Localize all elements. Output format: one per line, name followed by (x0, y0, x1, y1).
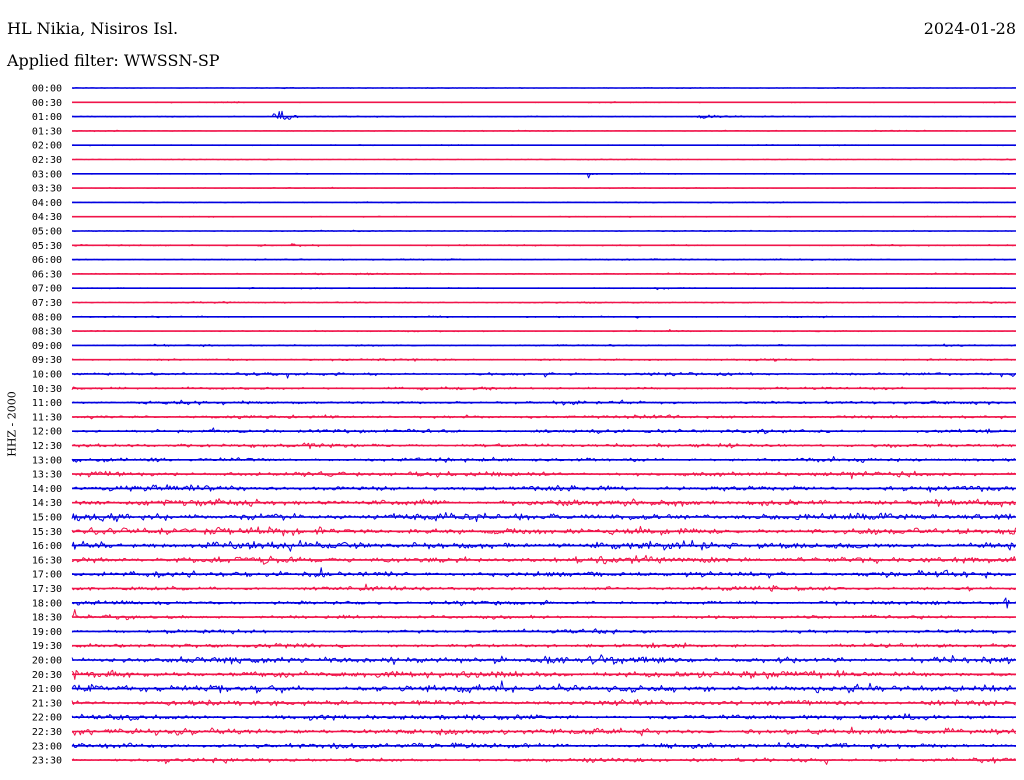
time-label: 05:00 (32, 227, 62, 238)
time-label: 07:30 (32, 298, 62, 309)
time-label: 03:30 (32, 184, 62, 195)
time-label: 16:30 (32, 555, 62, 566)
time-label: 05:30 (32, 241, 62, 252)
time-label: 17:30 (32, 584, 62, 595)
time-label: 03:00 (32, 169, 62, 180)
time-label: 23:00 (32, 741, 62, 752)
time-label: 22:00 (32, 713, 62, 724)
time-label: 12:30 (32, 441, 62, 452)
trace-line (71, 110, 1016, 120)
trace-line (71, 470, 1016, 480)
time-label: 01:30 (32, 126, 62, 137)
time-label: 02:30 (32, 155, 62, 166)
time-label: 00:00 (32, 84, 62, 95)
trace-line (71, 680, 1016, 694)
time-label: 13:00 (32, 455, 62, 466)
time-label: 12:00 (32, 427, 62, 438)
time-label: 20:00 (32, 656, 62, 667)
time-label: 16:00 (32, 541, 62, 552)
time-label: 18:30 (32, 613, 62, 624)
time-label: 11:30 (32, 412, 62, 423)
time-label: 06:30 (32, 269, 62, 280)
time-label: 21:00 (32, 684, 62, 695)
time-label: 06:00 (32, 255, 62, 266)
time-label: 09:00 (32, 341, 62, 352)
trace-line (71, 609, 1016, 621)
time-label: 19:00 (32, 627, 62, 638)
time-label: 18:00 (32, 598, 62, 609)
time-label: 19:30 (32, 641, 62, 652)
time-label: 15:30 (32, 527, 62, 538)
time-label: 23:30 (32, 756, 62, 767)
time-label: 04:30 (32, 212, 62, 223)
time-label: 10:00 (32, 370, 62, 381)
time-label: 21:30 (32, 698, 62, 709)
helicorder-plot: 00:00 00:30 01:00 01:30 02:00 02:30 03:00 03:30… (32, 84, 1017, 767)
time-label: 02:00 (32, 141, 62, 152)
time-label: 08:00 (32, 312, 62, 323)
time-label: 17:00 (32, 570, 62, 581)
trace-line (71, 757, 1016, 765)
time-label: 00:30 (32, 98, 62, 109)
trace-line (71, 567, 1016, 579)
time-label: 10:30 (32, 384, 62, 395)
time-label: 01:00 (32, 112, 62, 123)
time-label: 13:30 (32, 470, 62, 481)
time-label: 09:30 (32, 355, 62, 366)
time-label: 14:30 (32, 498, 62, 509)
time-label: 15:00 (32, 513, 62, 524)
time-label: 07:00 (32, 284, 62, 295)
time-label: 22:30 (32, 727, 62, 738)
time-label: 14:00 (32, 484, 62, 495)
time-label: 11:00 (32, 398, 62, 409)
time-label: 08:30 (32, 327, 62, 338)
time-label: 20:30 (32, 670, 62, 681)
time-label: 04:00 (32, 198, 62, 209)
